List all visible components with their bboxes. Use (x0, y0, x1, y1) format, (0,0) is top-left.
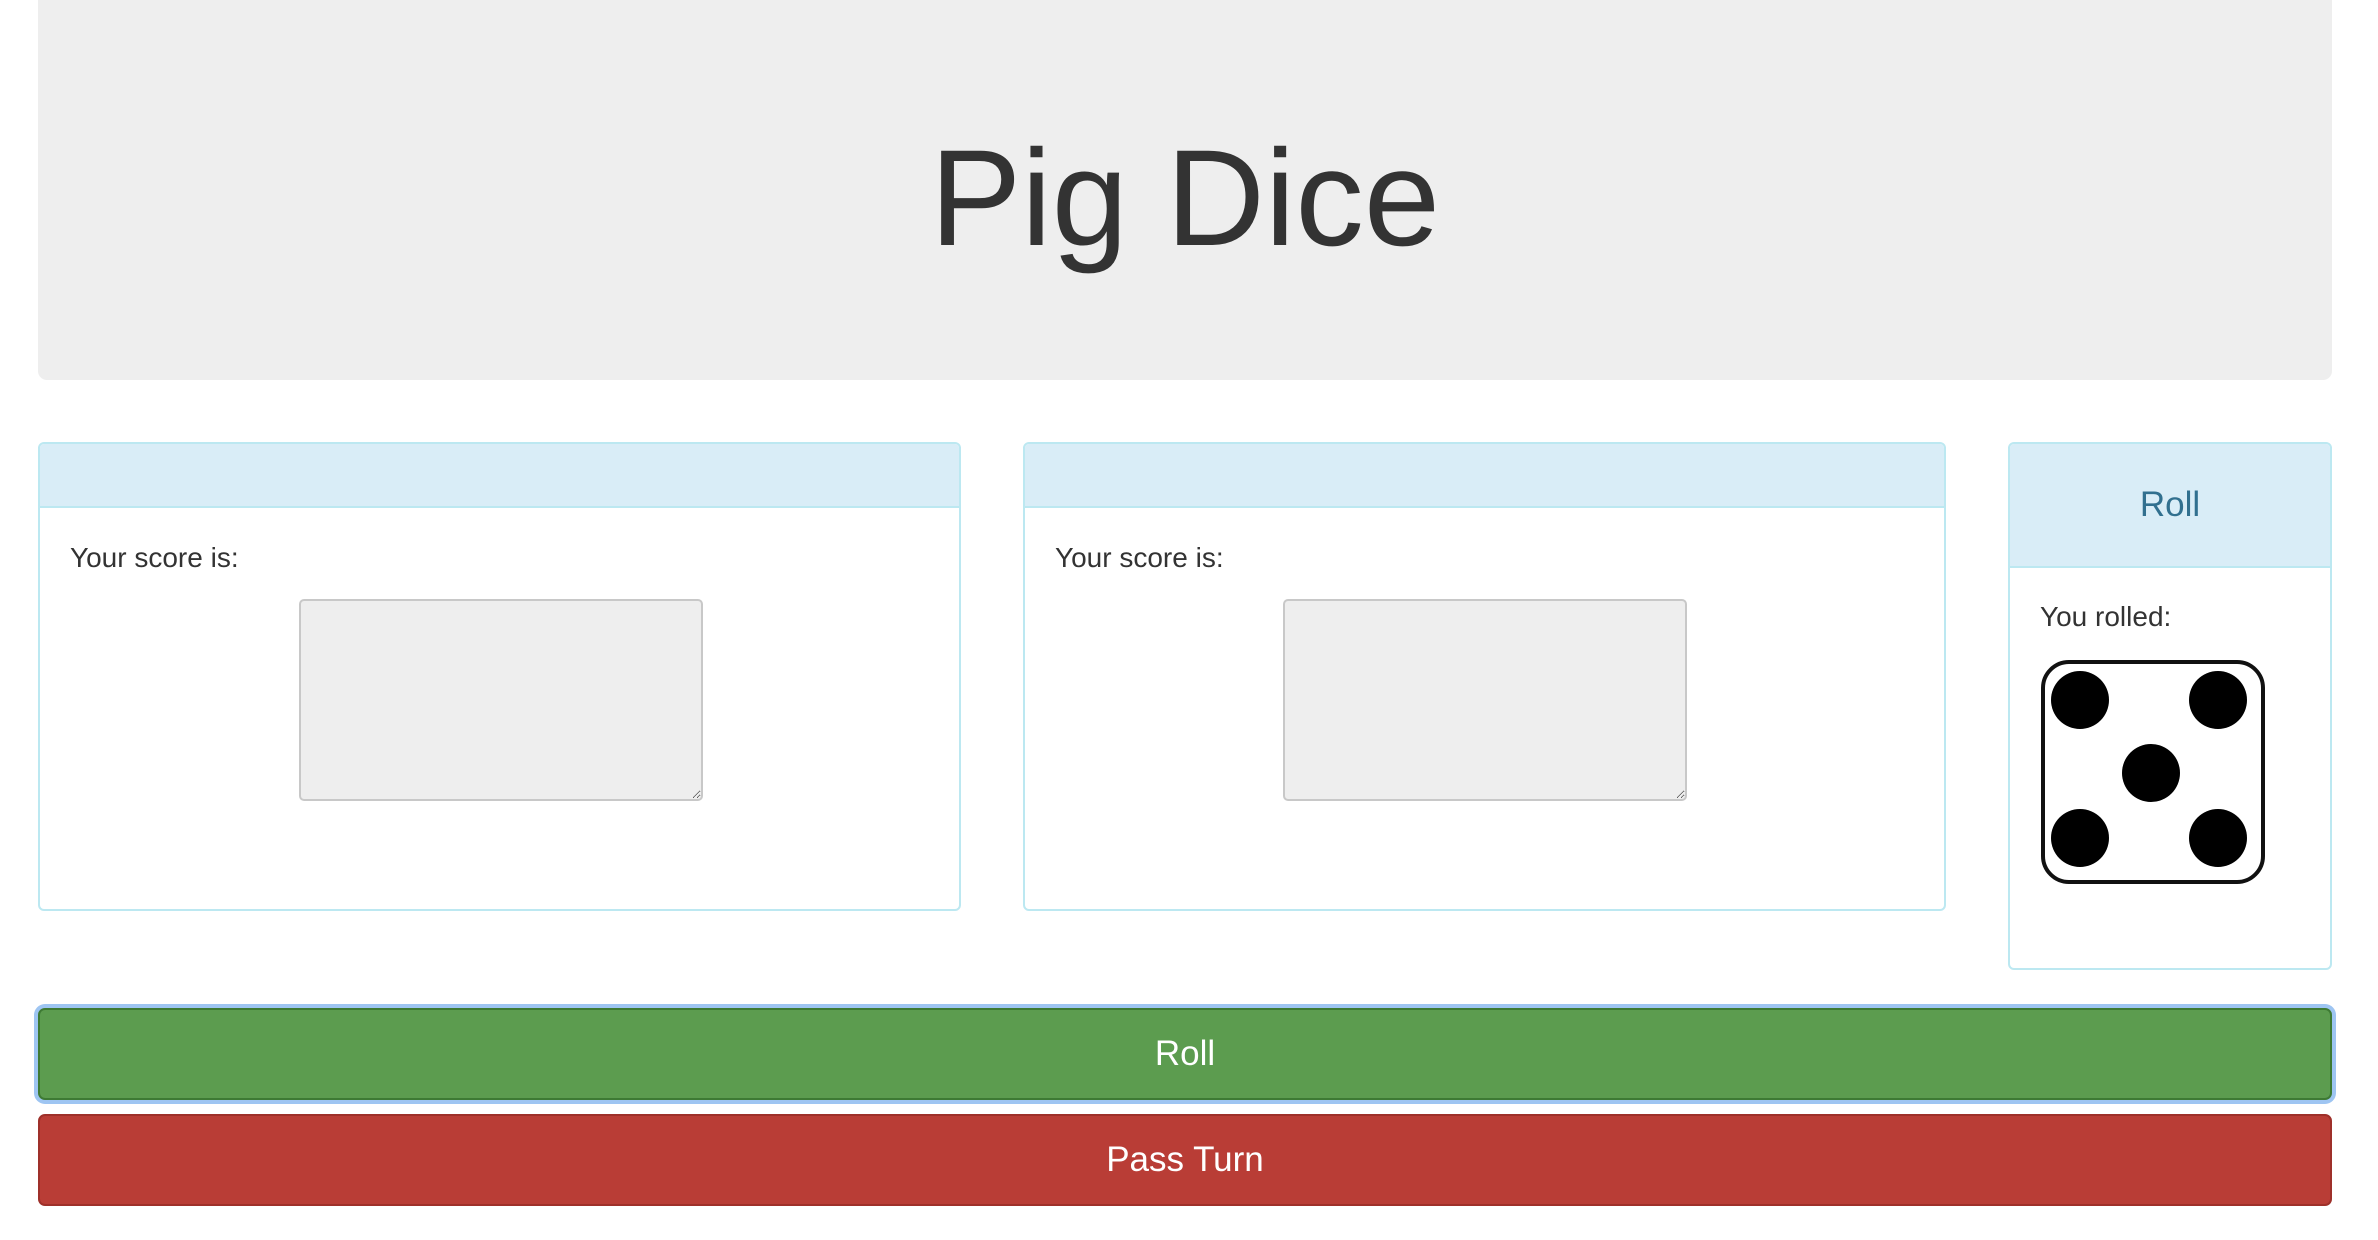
roll-panel: Roll You rolled: (2008, 442, 2332, 970)
header-jumbotron: Pig Dice (38, 0, 2332, 380)
player-one-panel: Your score is: (38, 442, 961, 911)
player-one-score-label: Your score is: (70, 542, 239, 573)
die-five-icon (2041, 660, 2265, 884)
player-one-score-field[interactable] (299, 599, 703, 801)
player-two-score-label: Your score is: (1055, 542, 1224, 573)
rolled-label: You rolled: (2040, 601, 2172, 632)
roll-panel-heading: Roll (2010, 444, 2330, 568)
pass-turn-button[interactable]: Pass Turn (38, 1114, 2332, 1206)
player-two-score-field[interactable] (1283, 599, 1687, 801)
roll-button[interactable]: Roll (38, 1008, 2332, 1100)
player-two-panel: Your score is: (1023, 442, 1946, 911)
player-one-heading (40, 444, 959, 508)
page-title: Pig Dice (929, 121, 1441, 275)
player-two-heading (1025, 444, 1944, 508)
